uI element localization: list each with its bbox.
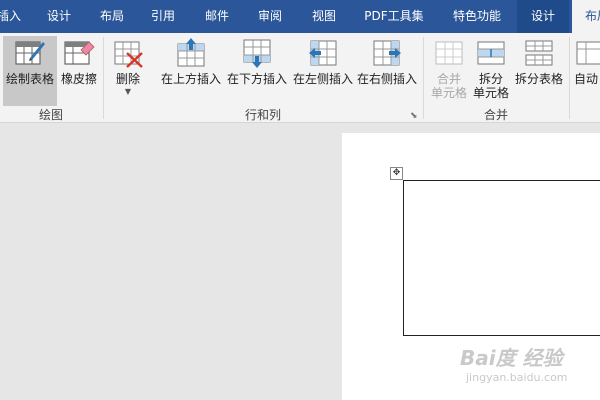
eraser-icon (64, 41, 95, 65)
tab-insert[interactable]: 插入 (0, 0, 30, 33)
watermark-url: jingyan.baidu.com (466, 371, 568, 384)
ribbon: 绘制表格 橡皮擦 绘图 删除 ▼ 在上方插入 在下方插入 在左侧插入 在右侧插入… (0, 33, 600, 123)
insert-above-label: 在上方插入 (160, 72, 221, 86)
delete-label: 删除 (115, 72, 140, 86)
draw-table-button[interactable]: 绘制表格 (3, 36, 57, 106)
dialog-launcher-icon[interactable]: ⬊ (410, 111, 418, 121)
group-rows-cols-label: 行和列 (244, 108, 281, 122)
tab-table-design[interactable]: 设计 (517, 0, 569, 33)
group-separator (569, 37, 570, 119)
group-draw-label: 绘图 (38, 108, 63, 122)
draw-table-icon (15, 41, 45, 65)
tab-design[interactable]: 设计 (40, 0, 78, 33)
autofit-icon (576, 41, 600, 65)
split-table-icon (525, 40, 553, 66)
eraser-label: 橡皮擦 (60, 72, 97, 86)
insert-left-icon (309, 40, 337, 66)
table-move-handle-icon[interactable]: ✥ (390, 167, 403, 180)
tab-table-layout[interactable]: 布局 (572, 0, 600, 33)
insert-below-button[interactable]: 在下方插入 (224, 36, 290, 106)
delete-button[interactable]: 删除 ▼ (108, 36, 148, 106)
split-table-button[interactable]: 拆分表格 (512, 36, 566, 106)
split-cells-label: 拆分 单元格 (472, 72, 509, 100)
split-table-label: 拆分表格 (514, 72, 563, 86)
tab-pdf-tools[interactable]: PDF工具集 (357, 0, 431, 33)
tab-special-features[interactable]: 特色功能 (445, 0, 509, 33)
split-cells-button[interactable]: 拆分 单元格 (470, 36, 512, 106)
table[interactable] (403, 180, 600, 336)
tab-review[interactable]: 审阅 (250, 0, 290, 33)
insert-left-label: 在左侧插入 (292, 72, 353, 86)
insert-right-label: 在右侧插入 (356, 72, 417, 86)
insert-below-label: 在下方插入 (226, 72, 287, 86)
delete-table-icon (114, 41, 143, 68)
merge-cells-button[interactable]: 合并 单元格 (428, 36, 470, 106)
autofit-label: 自动 (574, 72, 599, 86)
draw-table-label: 绘制表格 (5, 72, 54, 86)
insert-above-button[interactable]: 在上方插入 (158, 36, 224, 106)
baidu-jingyan-watermark: Bai度 经验 jingyan.baidu.com (460, 342, 590, 392)
tab-references[interactable]: 引用 (143, 0, 183, 33)
insert-below-icon (243, 39, 271, 68)
tab-view[interactable]: 视图 (304, 0, 344, 33)
group-merge-label: 合并 (483, 108, 508, 122)
autofit-button[interactable]: 自动 (574, 36, 600, 106)
watermark-brand: Bai度 经验 (460, 346, 563, 370)
tab-layout[interactable]: 布局 (92, 0, 132, 33)
eraser-button[interactable]: 橡皮擦 (58, 36, 100, 106)
merge-cells-icon (435, 41, 463, 65)
split-cells-icon (477, 41, 505, 65)
merge-cells-label: 合并 单元格 (430, 72, 467, 100)
insert-right-button[interactable]: 在右侧插入 (356, 36, 418, 106)
insert-above-icon (177, 38, 205, 67)
ribbon-tab-bar: 插入 设计 布局 引用 邮件 审阅 视图 PDF工具集 特色功能 设计 布局 (0, 0, 600, 33)
insert-left-button[interactable]: 在左侧插入 (290, 36, 356, 106)
tab-mailings[interactable]: 邮件 (197, 0, 237, 33)
chevron-down-icon: ▼ (124, 87, 132, 96)
insert-right-icon (373, 40, 401, 66)
